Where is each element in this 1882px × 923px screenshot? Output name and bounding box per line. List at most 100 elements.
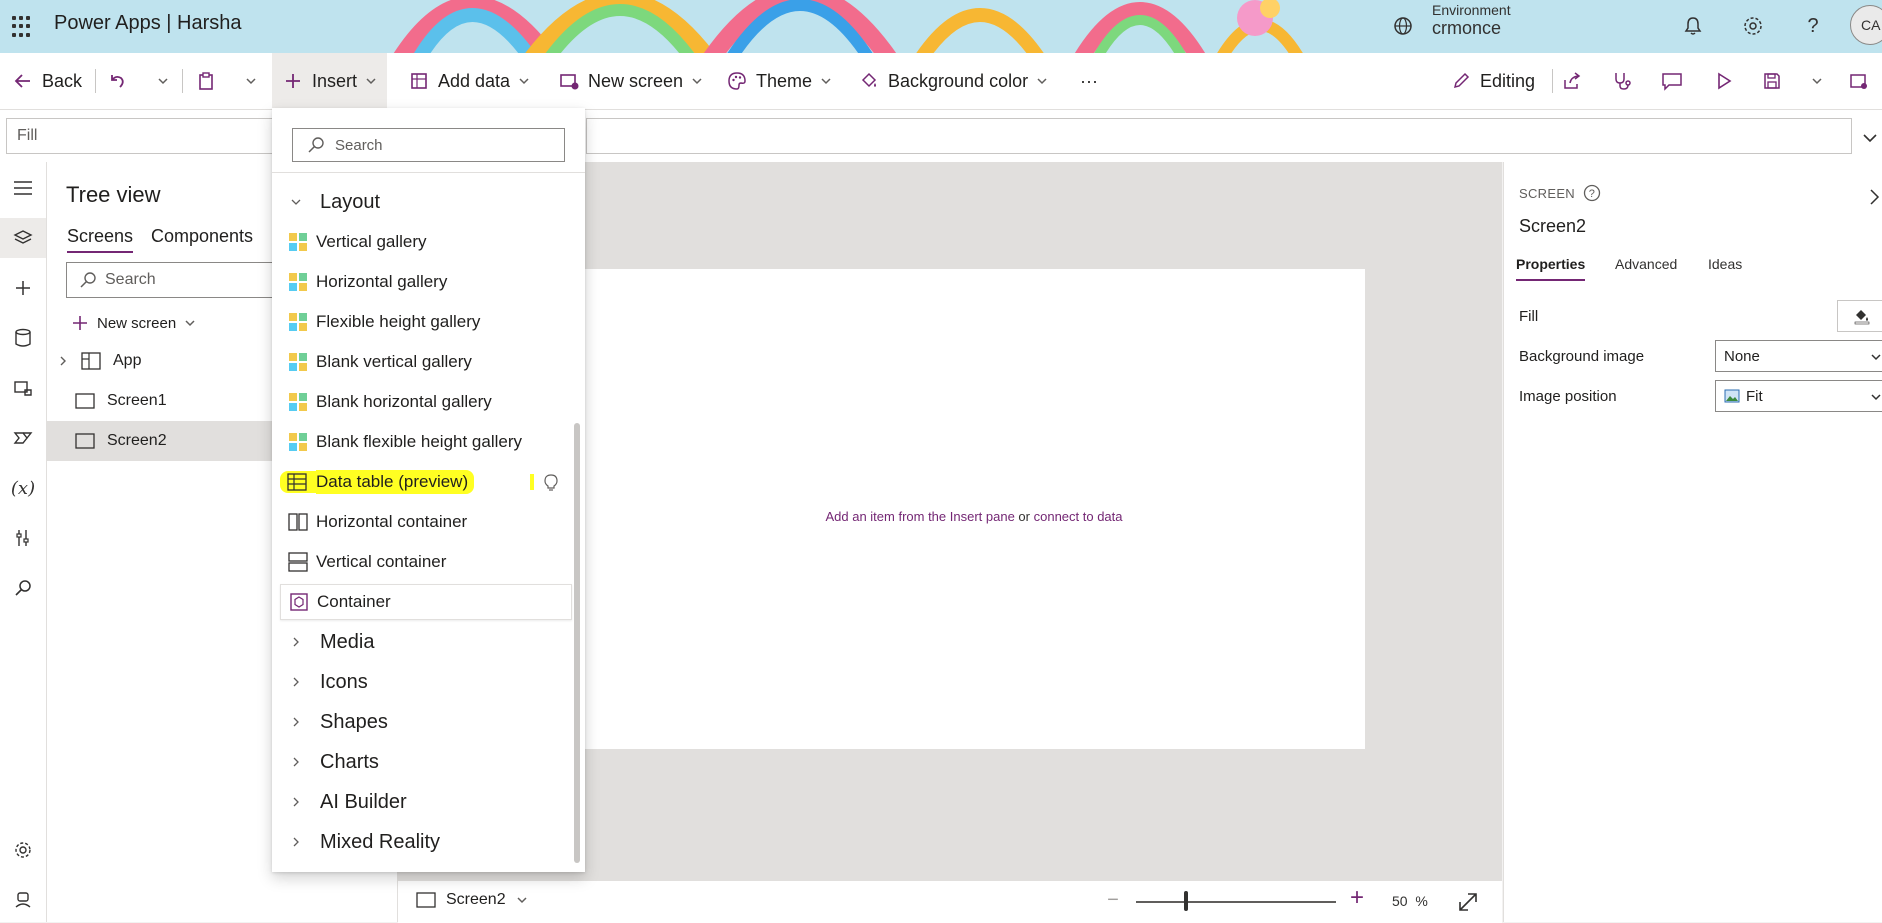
paint-bucket-icon	[1854, 310, 1870, 325]
connect-to-data-link[interactable]: connect to data	[1034, 509, 1123, 524]
paste-dropdown-button[interactable]	[240, 53, 262, 109]
tree-new-screen-button[interactable]: New screen	[71, 308, 196, 338]
variables-x-icon[interactable]: (x)	[0, 468, 46, 508]
chevron-down-icon	[240, 70, 262, 92]
tab-advanced[interactable]: Advanced	[1615, 256, 1677, 272]
add-data-button[interactable]: Add data	[408, 53, 530, 109]
command-bar: Back Insert Add data New screen Theme Ba…	[0, 53, 1882, 110]
background-color-label: Background color	[888, 70, 1029, 91]
category-charts[interactable]: Charts	[272, 744, 585, 780]
editing-label: Editing	[1480, 70, 1536, 91]
new-screen-button[interactable]: New screen	[558, 53, 703, 109]
selected-control-name[interactable]: Screen2	[1519, 216, 1586, 237]
lightbulb-icon[interactable]	[544, 474, 558, 492]
insert-horizontal-container[interactable]: Horizontal container	[280, 504, 572, 540]
zoom-in-button[interactable]: +	[1346, 886, 1368, 910]
play-icon	[1713, 70, 1735, 92]
notifications-bell-icon[interactable]	[1680, 13, 1706, 39]
property-selector[interactable]: Fill	[6, 118, 276, 154]
insert-plus-icon[interactable]	[0, 268, 46, 308]
expand-formula-chevron-icon[interactable]	[1862, 132, 1878, 144]
chevron-right-icon	[272, 796, 320, 808]
svg-text:?: ?	[1589, 188, 1595, 200]
search-icon[interactable]	[0, 568, 46, 608]
tab-ideas[interactable]: Ideas	[1708, 256, 1742, 272]
tab-properties[interactable]: Properties	[1516, 256, 1586, 281]
insert-data-table-preview[interactable]: Data table (preview)	[280, 464, 572, 500]
insert-button[interactable]: Insert	[272, 53, 388, 109]
screen-selector[interactable]: Screen2	[416, 891, 528, 909]
insert-blank-horizontal-gallery[interactable]: Blank horizontal gallery	[280, 384, 572, 420]
paste-button[interactable]	[195, 53, 217, 109]
insert-flexible-height-gallery[interactable]: Flexible height gallery	[280, 304, 572, 340]
save-button[interactable]	[1761, 53, 1783, 109]
image-position-select[interactable]: Fit	[1715, 380, 1882, 412]
app-launcher-icon[interactable]	[12, 16, 34, 38]
chevron-down-icon[interactable]	[1870, 391, 1882, 403]
editing-mode-button[interactable]: Editing	[1450, 53, 1535, 109]
theme-button[interactable]: Theme	[726, 53, 832, 109]
chevron-down-icon	[366, 78, 376, 85]
save-disk-icon	[1761, 70, 1783, 92]
background-color-button[interactable]: Background color	[858, 53, 1048, 109]
formula-input[interactable]	[586, 118, 1852, 154]
category-label: Charts	[320, 750, 379, 773]
save-dropdown-button[interactable]	[1806, 53, 1828, 109]
insert-container[interactable]: Container	[280, 584, 572, 620]
settings-gear-icon[interactable]	[1740, 13, 1766, 39]
undo-button[interactable]	[106, 53, 128, 109]
tree-view-layers-icon[interactable]	[0, 218, 46, 258]
background-image-select[interactable]: None	[1715, 340, 1882, 372]
advanced-tools-icon[interactable]	[0, 518, 46, 558]
tab-screens[interactable]: Screens	[67, 226, 134, 253]
hamburger-menu-icon[interactable]	[0, 168, 46, 208]
settings-gear-icon[interactable]	[0, 830, 46, 870]
power-automate-icon[interactable]	[0, 418, 46, 458]
undo-dropdown-button[interactable]	[152, 53, 174, 109]
fill-color-picker[interactable]	[1837, 300, 1882, 332]
category-layout[interactable]: Layout	[272, 184, 585, 220]
collapse-panel-chevron-icon[interactable]	[1867, 188, 1881, 206]
more-commands-button[interactable]: ···	[1080, 53, 1098, 109]
media-icon[interactable]	[0, 368, 46, 408]
data-cylinder-icon[interactable]	[0, 318, 46, 358]
menu-item-label: Blank flexible height gallery	[316, 432, 523, 451]
help-question-icon[interactable]: ?	[1800, 13, 1826, 39]
comments-button[interactable]	[1661, 53, 1683, 109]
control-kind-label: SCREEN	[1519, 185, 1575, 201]
insert-vertical-container[interactable]: Vertical container	[280, 544, 572, 580]
user-avatar[interactable]: CA	[1850, 5, 1882, 45]
insert-search-input[interactable]: Search	[292, 128, 565, 162]
preview-play-button[interactable]	[1713, 53, 1735, 109]
back-button[interactable]: Back	[12, 53, 82, 109]
insert-horizontal-gallery[interactable]: Horizontal gallery	[280, 264, 572, 300]
app-header: Power Apps | Harsha Environment crmonce …	[0, 0, 1882, 53]
publish-button[interactable]	[1848, 53, 1870, 109]
help-circle-icon[interactable]: ?	[1583, 184, 1601, 202]
virtual-agent-icon[interactable]	[0, 880, 46, 920]
app-checker-button[interactable]	[1611, 53, 1633, 109]
category-shapes[interactable]: Shapes	[272, 704, 585, 740]
chevron-right-icon[interactable]	[57, 355, 69, 367]
category-media[interactable]: Media	[272, 624, 585, 660]
zoom-out-button[interactable]: −	[1102, 889, 1124, 911]
insert-menu-scrollbar[interactable]	[574, 423, 580, 863]
gallery-icon	[280, 352, 316, 372]
screen-canvas[interactable]: Add an item from the Insert pane or conn…	[583, 269, 1365, 749]
tab-components[interactable]: Components	[151, 226, 253, 247]
hint-insert-pane-text[interactable]: Add an item from the Insert pane	[825, 509, 1014, 524]
insert-blank-vertical-gallery[interactable]: Blank vertical gallery	[280, 344, 572, 380]
zoom-slider-track[interactable]	[1136, 901, 1336, 903]
zoom-slider-thumb[interactable]	[1184, 891, 1188, 911]
chevron-right-icon	[272, 636, 320, 648]
category-icons[interactable]: Icons	[272, 664, 585, 700]
fit-to-window-icon[interactable]	[1456, 890, 1480, 914]
image-position-value: Fit	[1746, 387, 1763, 405]
zoom-value: 50 %	[1392, 893, 1428, 909]
category-mixed-reality[interactable]: Mixed Reality	[272, 824, 585, 860]
share-button[interactable]	[1561, 53, 1583, 109]
insert-blank-flexible-height-gallery[interactable]: Blank flexible height gallery	[280, 424, 572, 460]
category-ai-builder[interactable]: AI Builder	[272, 784, 585, 820]
chevron-down-icon[interactable]	[1870, 351, 1882, 363]
insert-vertical-gallery[interactable]: Vertical gallery	[280, 224, 572, 260]
